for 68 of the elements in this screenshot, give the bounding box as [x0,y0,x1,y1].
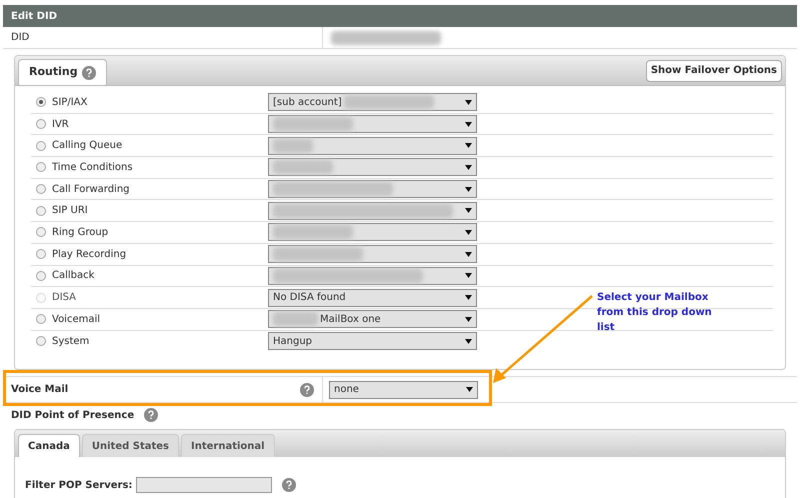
caret-icon [465,164,472,170]
dropdown[interactable] [268,136,477,155]
option-label: Calling Queue [52,139,122,154]
option-label: IVR [52,118,69,132]
region-tab[interactable]: Canada [18,434,80,457]
radio-button[interactable] [36,270,46,281]
radio-button[interactable] [36,227,46,238]
radio-button[interactable] [36,162,46,172]
voice-mail-dropdown[interactable]: none [329,380,478,398]
radio-button[interactable] [36,249,46,260]
region-tab[interactable]: International [181,434,275,457]
caret-icon [465,208,472,214]
annotation-text: Select your Mailbox from this drop down list [597,291,713,335]
dropdown[interactable] [268,180,477,198]
option-label: SIP/IAX [52,96,88,110]
caret-icon [465,316,472,322]
caret-icon [465,186,472,192]
routing-tab[interactable]: Routing [18,59,107,85]
panel-title: Edit DID [11,10,58,24]
radio-button[interactable] [36,184,46,194]
tab-label: Routing [29,64,78,80]
option-label: Voicemail [52,312,100,327]
dropdown[interactable]: MailBox one [268,310,477,328]
option-label: Ring Group [52,226,108,240]
dropdown[interactable] [268,202,477,220]
help-icon[interactable] [82,66,96,80]
radio-button[interactable] [36,206,46,216]
radio-button[interactable] [36,336,46,346]
dropdown[interactable]: Hangup [268,332,477,350]
caret-icon [465,143,472,148]
radio-button[interactable] [36,140,46,151]
dropdown[interactable] [268,266,477,285]
option-label: Call Forwarding [52,182,130,197]
filter-input[interactable] [136,477,272,493]
option-label: Callback [52,269,94,284]
filter-label: Filter POP Servers: [25,478,132,492]
radio-button[interactable] [36,119,46,130]
redaction-blur [273,312,318,326]
caret-icon [465,122,472,127]
caret-icon [465,252,472,257]
option-label: Play Recording [52,248,126,262]
radio-button[interactable] [36,314,46,324]
dropdown[interactable] [268,158,477,176]
voice-mail-label: Voice Mail [11,383,68,397]
redaction-blur [273,138,313,153]
redaction-blur [273,160,333,174]
dropdown[interactable] [268,245,477,264]
region-tab[interactable]: United States [82,434,179,457]
help-icon[interactable] [144,408,158,422]
caret-icon [465,230,472,235]
help-icon[interactable] [300,382,314,396]
option-label: DISA [52,291,76,306]
dropdown[interactable]: [sub account] [268,93,477,112]
option-label: Time Conditions [52,160,133,175]
caret-icon [465,100,472,105]
caret-icon [466,387,473,392]
help-icon[interactable] [282,478,296,492]
caret-icon [465,338,472,344]
radio-button[interactable] [36,97,46,108]
dropdown[interactable] [268,115,477,134]
did-label: DID [11,31,30,45]
caret-icon [465,295,472,300]
dropdown[interactable] [268,223,477,242]
pop-label: DID Point of Presence [11,408,134,422]
show-failover-button[interactable]: Show Failover Options [646,60,782,82]
caret-icon [465,273,472,278]
option-label: SIP URI [52,204,88,218]
option-label: System [52,334,90,349]
